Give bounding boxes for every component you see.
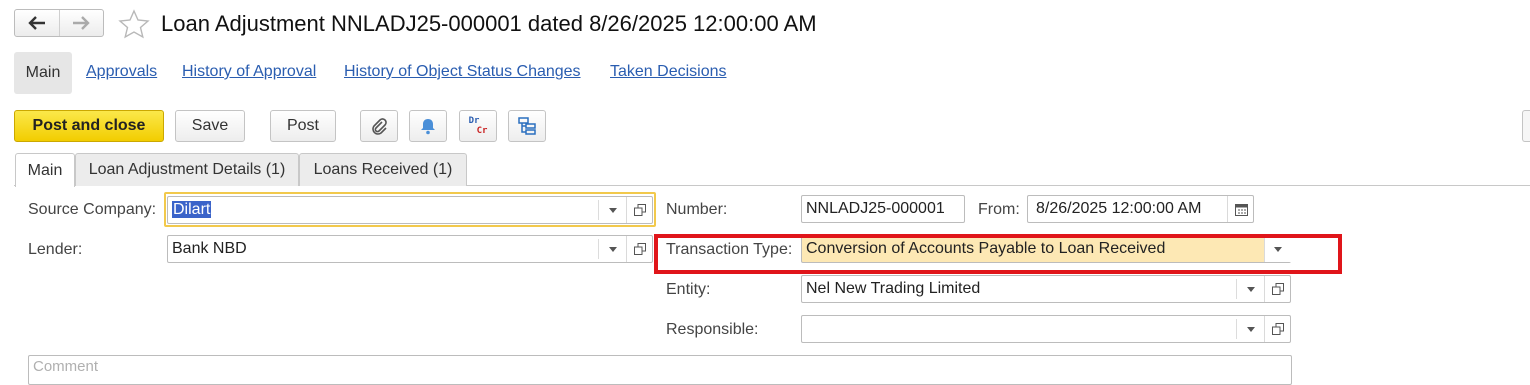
responsible-open-button[interactable] [1264, 316, 1291, 342]
forward-button[interactable] [58, 10, 104, 36]
history-nav-group [14, 9, 104, 37]
from-label: From: [978, 201, 1020, 218]
save-button[interactable]: Save [175, 110, 245, 142]
entity-field[interactable]: Nel New Trading Limited [801, 275, 1291, 303]
chevron-down-icon [609, 246, 617, 252]
paperclip-icon [372, 118, 387, 135]
arrow-left-icon [28, 16, 45, 30]
page-title: Loan Adjustment NNLADJ25-000001 dated 8/… [161, 11, 817, 36]
source-company-value: Dilart [172, 201, 212, 218]
entity-open-button[interactable] [1264, 276, 1291, 302]
calendar-icon [1234, 203, 1248, 216]
chevron-down-icon [609, 207, 617, 213]
calendar-button[interactable] [1227, 196, 1254, 222]
hierarchy-icon [518, 117, 536, 135]
more-actions-button[interactable] [1522, 110, 1530, 142]
source-company-field[interactable]: Dilart [167, 196, 653, 224]
topnav-taken-decisions[interactable]: Taken Decisions [610, 63, 727, 81]
open-window-icon [1272, 283, 1284, 295]
number-field[interactable]: NNLADJ25-000001 [801, 195, 965, 223]
source-company-label: Source Company: [28, 201, 157, 218]
responsible-field[interactable] [801, 315, 1291, 343]
topnav-history-of-object-status-changes[interactable]: History of Object Status Changes [344, 63, 581, 81]
responsible-dropdown-button[interactable] [1238, 316, 1264, 342]
topnav-main[interactable]: Main [14, 52, 72, 94]
post-button[interactable]: Post [270, 110, 336, 142]
source-company-dropdown-button[interactable] [600, 197, 626, 223]
lender-label: Lender: [28, 241, 83, 258]
bell-icon [421, 119, 435, 135]
cr-text: Cr [476, 126, 488, 136]
post-and-close-button[interactable]: Post and close [14, 110, 164, 142]
comment-field[interactable]: Comment [28, 355, 1292, 385]
tab-main[interactable]: Main [15, 153, 75, 187]
chevron-down-icon [1247, 326, 1255, 332]
open-window-icon [634, 204, 646, 216]
arrow-right-icon [73, 16, 90, 30]
attach-button[interactable] [360, 110, 398, 142]
source-company-open-button[interactable] [626, 197, 653, 223]
reminder-button[interactable] [409, 110, 447, 142]
back-button[interactable] [15, 10, 59, 36]
number-label: Number: [666, 201, 728, 218]
lender-value: Bank NBD [172, 240, 247, 257]
topnav-history-of-approval[interactable]: History of Approval [182, 63, 316, 81]
tab-loan-adjustment-details[interactable]: Loan Adjustment Details (1) [75, 153, 299, 186]
open-window-icon [1272, 323, 1284, 335]
lender-field[interactable]: Bank NBD [167, 235, 653, 263]
dr-cr-button[interactable]: Dr Cr [459, 110, 497, 142]
from-date-value: 8/26/2025 12:00:00 AM [1036, 200, 1202, 217]
dr-text: Dr [468, 116, 480, 126]
structure-button[interactable] [508, 110, 546, 142]
responsible-label: Responsible: [666, 321, 759, 338]
dr-cr-icon: Dr Cr [469, 116, 488, 136]
open-window-icon [634, 243, 646, 255]
comment-placeholder: Comment [33, 358, 99, 375]
lender-dropdown-button[interactable] [600, 236, 626, 262]
topnav-approvals[interactable]: Approvals [86, 63, 157, 81]
tab-loans-received[interactable]: Loans Received (1) [299, 153, 467, 186]
favorite-star-icon[interactable] [118, 9, 150, 39]
annotation-highlight-box [654, 234, 1342, 274]
entity-label: Entity: [666, 281, 711, 298]
entity-value: Nel New Trading Limited [806, 280, 981, 297]
lender-open-button[interactable] [626, 236, 653, 262]
number-value: NNLADJ25-000001 [806, 200, 945, 217]
entity-dropdown-button[interactable] [1238, 276, 1264, 302]
chevron-down-icon [1247, 286, 1255, 292]
from-date-field[interactable]: 8/26/2025 12:00:00 AM [1027, 195, 1254, 223]
